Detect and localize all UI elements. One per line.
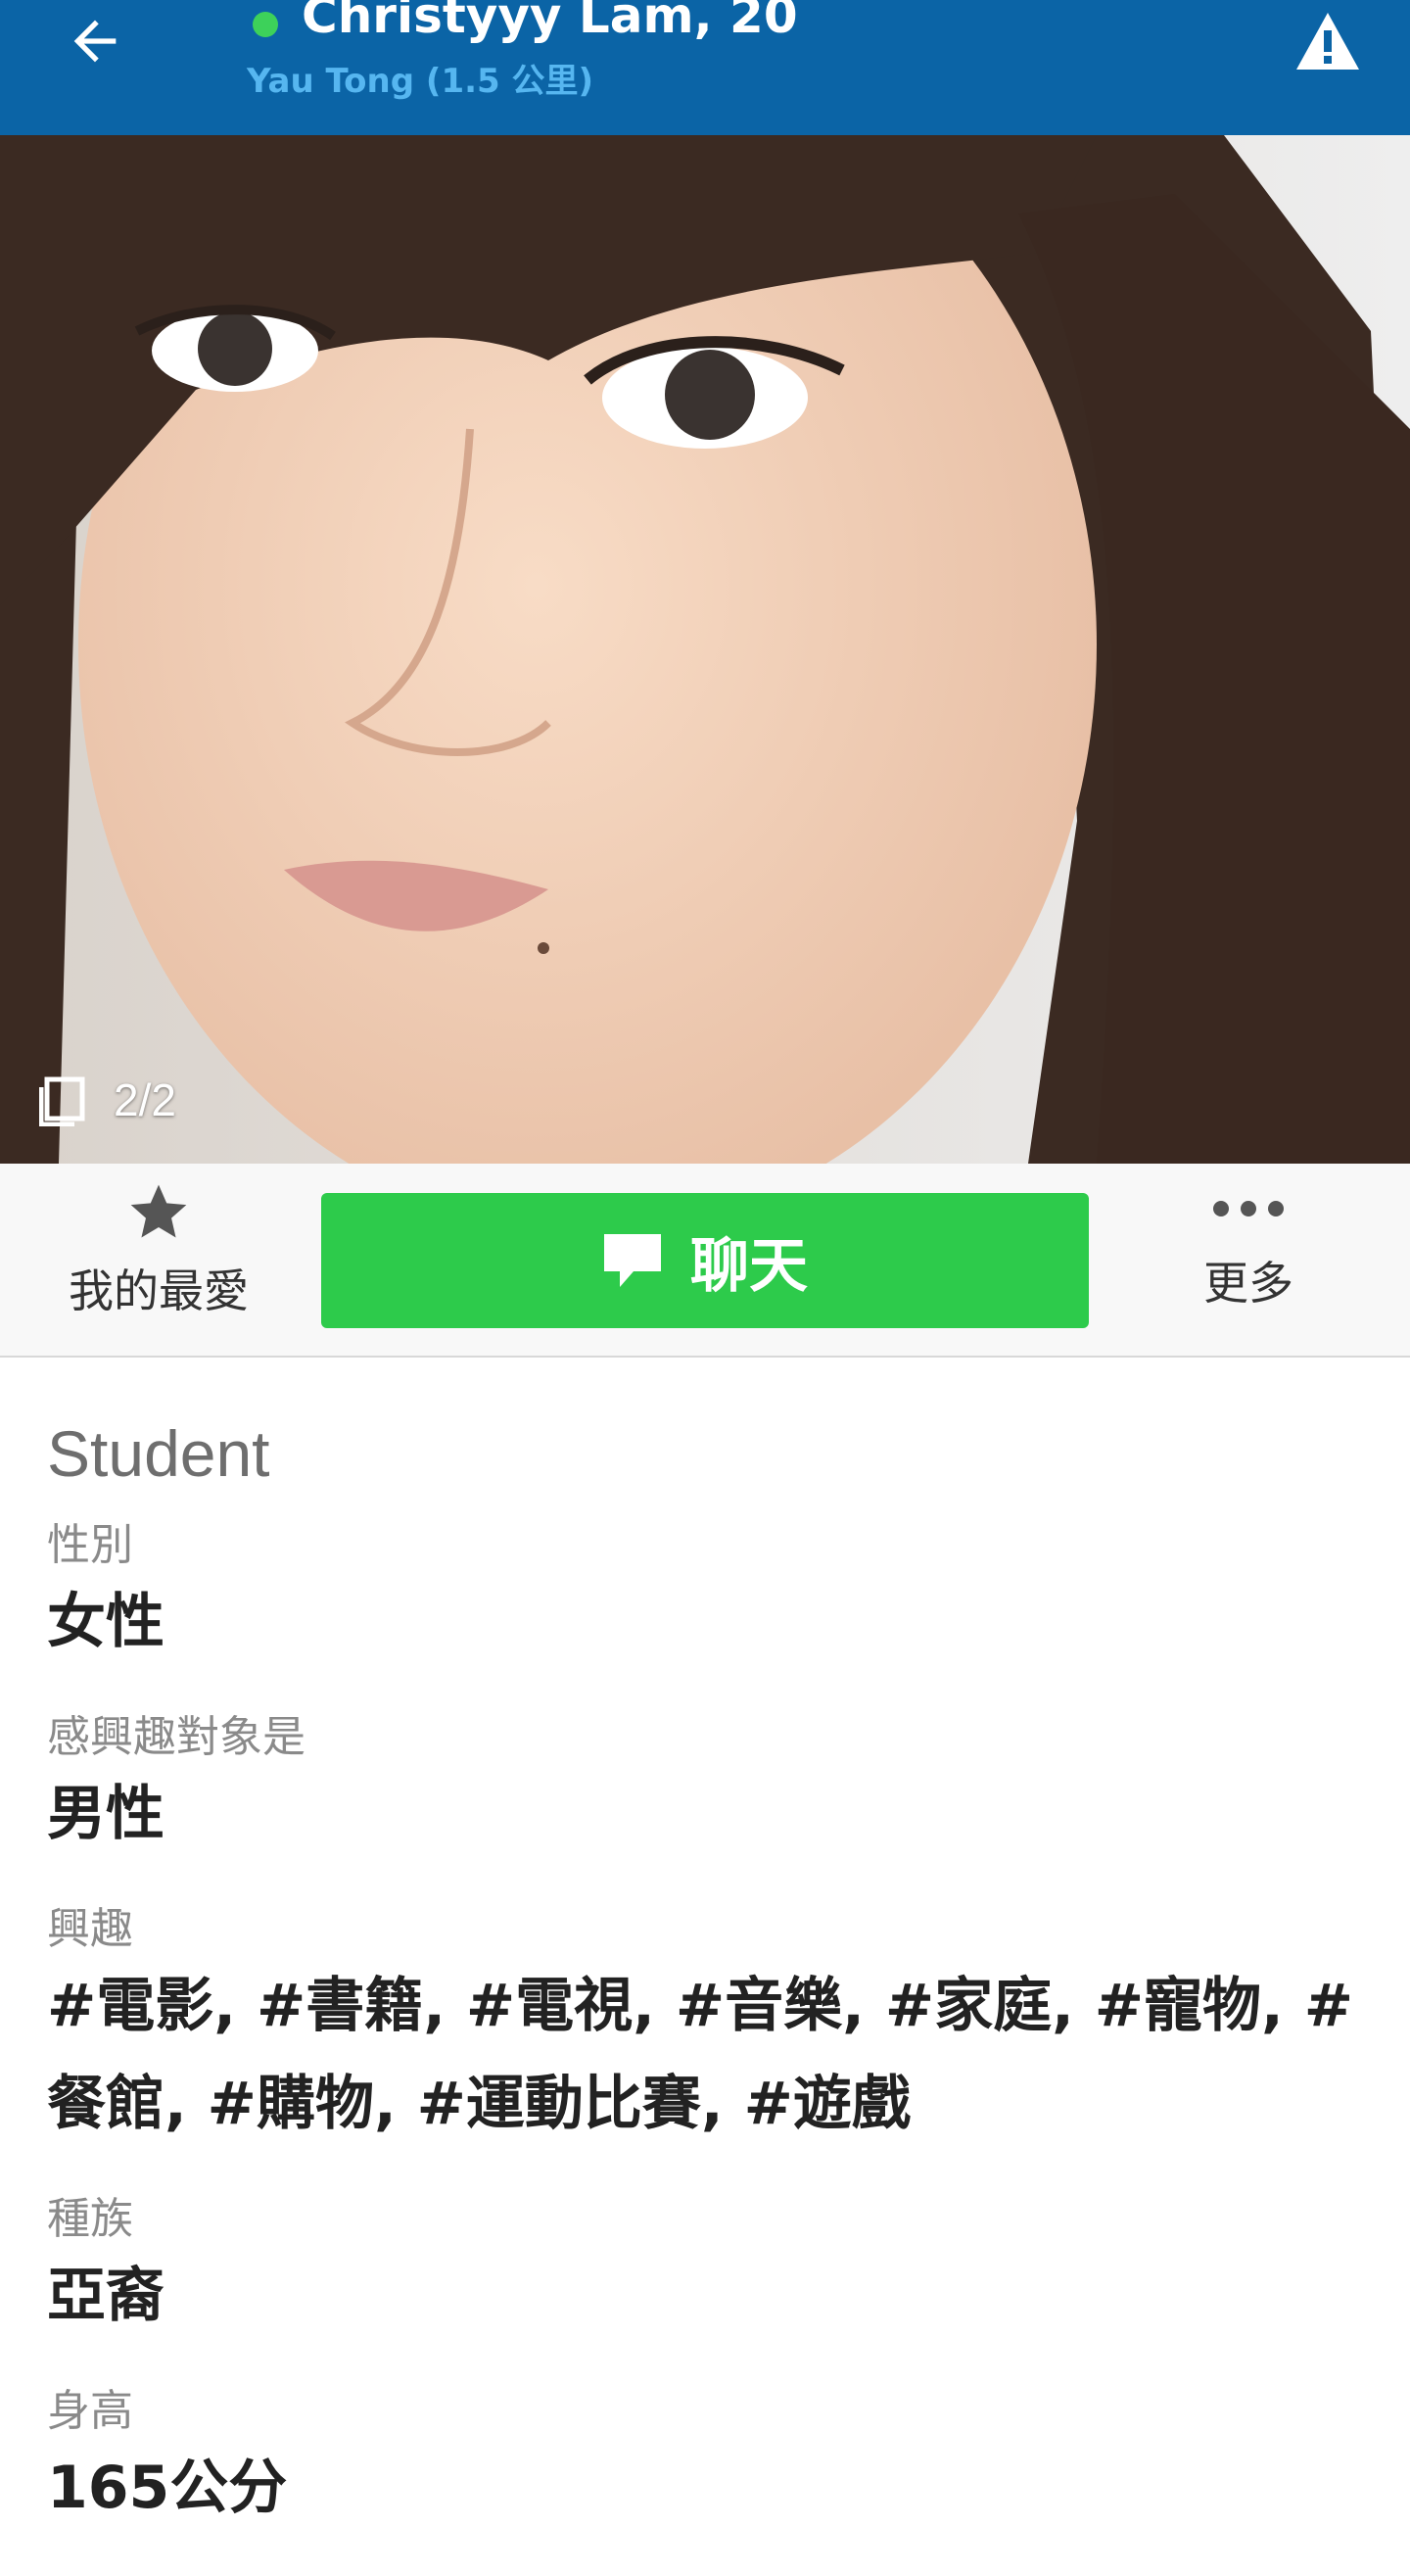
more-dots-icon: [1213, 1201, 1284, 1216]
profile-photo-image: [0, 135, 1410, 1164]
photo-counter-text: 2/2: [114, 1074, 176, 1125]
photo-counter: 2/2: [39, 1066, 176, 1134]
favorite-label: 我的最愛: [69, 1264, 249, 1317]
height-label: 身高: [47, 2386, 133, 2436]
action-bar: 我的最愛 聊天 更多: [0, 1164, 1410, 1358]
interests-value: #電影, #書籍, #電視, #音樂, #家庭, #寵物, #餐館, #購物, …: [47, 1972, 1354, 2138]
profile-name: Christyyy Lam, 20: [302, 0, 798, 44]
ethnicity-label: 種族: [47, 2194, 133, 2244]
interests-label: 興趣: [47, 1904, 133, 1954]
gender-label: 性別: [47, 1520, 133, 1570]
photos-stack-icon: [39, 1076, 85, 1126]
height-value: 165公分: [47, 2454, 288, 2522]
more-label: 更多: [1203, 1257, 1293, 1310]
report-button[interactable]: [1289, 6, 1367, 76]
back-arrow-icon: [73, 20, 117, 63]
back-button[interactable]: [51, 2, 139, 80]
occupation: Student: [47, 1417, 270, 1490]
chat-label: 聊天: [690, 1231, 808, 1301]
warning-icon: [1296, 13, 1359, 70]
profile-location: Yau Tong (1.5 公里): [247, 62, 594, 101]
online-status-dot: [253, 12, 278, 37]
chat-button[interactable]: 聊天: [321, 1193, 1089, 1328]
favorite-button[interactable]: 我的最愛: [39, 1179, 278, 1346]
app-bar: Christyyy Lam, 20 Yau Tong (1.5 公里): [0, 0, 1410, 135]
interested-in-label: 感興趣對象是: [47, 1712, 306, 1762]
star-icon: [130, 1184, 187, 1238]
profile-details: Student 性別 女性 感興趣對象是 男性 興趣 #電影, #書籍, #電視…: [47, 1410, 1369, 2576]
profile-photo[interactable]: [0, 135, 1410, 1164]
interested-in-value: 男性: [47, 1780, 164, 1848]
gender-value: 女性: [47, 1588, 164, 1656]
more-button[interactable]: 更多: [1136, 1179, 1361, 1346]
chat-bubble-icon: [604, 1234, 661, 1287]
ethnicity-value: 亞裔: [47, 2262, 164, 2330]
